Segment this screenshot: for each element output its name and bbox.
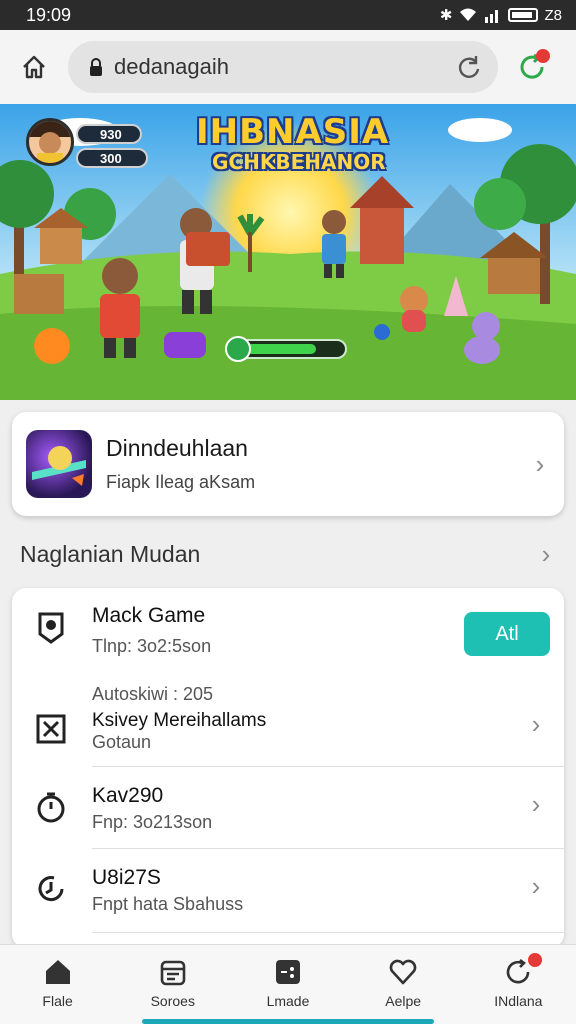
browser-bar: dedanagaih	[0, 30, 576, 104]
status-bar: 19:09 ✱ Z8	[0, 0, 576, 30]
bluetooth-icon: ✱	[439, 7, 453, 24]
featured-app-icon	[26, 430, 92, 498]
calendar-icon	[160, 960, 186, 986]
game-list: Mack Game Tlnp: 3o2:5son Atl Autoskiwi :…	[12, 588, 564, 948]
battery-icon	[508, 8, 539, 22]
featured-card[interactable]: Dinndeuhlaan Fiapk Ileag aKsam ›	[12, 412, 564, 516]
nav-item-games[interactable]: Lmade	[238, 957, 338, 1009]
wifi-icon	[460, 8, 477, 21]
home-icon	[45, 960, 70, 984]
chevron-right-icon: ›	[531, 788, 541, 819]
chevron-right-icon: ›	[531, 870, 541, 901]
featured-title: Dinndeuhlaan	[106, 435, 248, 461]
home-outline-icon	[23, 55, 45, 79]
nav-item-home[interactable]: Flale	[8, 957, 108, 1009]
nav-label: Flale	[42, 993, 73, 1009]
divider	[92, 848, 564, 849]
notification-badge	[536, 49, 550, 63]
list-item[interactable]: Mack Game Tlnp: 3o2:5son Atl Autoskiwi :…	[12, 600, 564, 710]
action-button[interactable]: Atl	[464, 612, 550, 656]
chevron-right-icon: ›	[541, 538, 551, 569]
list-item-subtitle: Fnpt hata Sbahuss	[92, 894, 244, 914]
game-banner[interactable]: 930 300 IHBNASIA GCHKBEHANOR	[0, 104, 576, 400]
camera-icon	[32, 608, 70, 646]
list-item-subtitle: Gotaun	[92, 732, 152, 752]
divider	[92, 766, 564, 767]
list-item-subtitle: Fnp: 3o213son	[92, 812, 213, 832]
status-icons: ✱ Z8	[439, 6, 562, 25]
list-item[interactable]: Ksivey Mereihallams Gotaun ›	[12, 706, 564, 768]
notification-badge	[528, 953, 543, 967]
nav-item-updates[interactable]: INdlana	[468, 953, 568, 1009]
chevron-right-icon: ›	[531, 708, 541, 739]
home-indicator	[142, 1019, 434, 1024]
list-item[interactable]: U8i27S Fnpt hata Sbahuss ›	[12, 866, 564, 928]
signal-icon	[485, 10, 499, 23]
url-bar[interactable]: dedanagaih	[68, 41, 498, 93]
clock-icon	[32, 870, 70, 908]
timer-icon	[32, 788, 70, 826]
extension-button[interactable]	[512, 47, 552, 87]
list-item[interactable]: Kav290 Fnp: 3o213son ›	[12, 784, 564, 846]
nav-item-scores[interactable]: Soroes	[123, 957, 223, 1009]
nav-label: Soroes	[150, 993, 195, 1009]
section-title: Naglanian Mudan	[20, 540, 201, 567]
lock-icon	[90, 58, 102, 76]
divider	[92, 932, 564, 933]
list-item-title: Ksivey Mereihallams	[92, 710, 267, 731]
section-header[interactable]: Naglanian Mudan ›	[20, 534, 556, 574]
list-item-subtitle: Tlnp: 3o2:5son	[92, 636, 212, 656]
puzzle-icon	[32, 710, 70, 748]
reload-icon[interactable]	[456, 54, 482, 80]
list-item-title: Kav290	[92, 784, 164, 807]
nav-label: INdlana	[494, 993, 543, 1009]
status-time: 19:09	[26, 4, 72, 25]
list-item-title: Mack Game	[92, 604, 206, 627]
chevron-right-icon: ›	[535, 448, 545, 479]
banner-title: IHBNASIA	[196, 112, 390, 152]
gamepad-icon	[275, 960, 300, 984]
list-item-title: U8i27S	[92, 866, 161, 889]
coin-counter: 930	[76, 124, 142, 144]
heart-icon	[389, 959, 417, 985]
home-button[interactable]	[14, 47, 54, 87]
gem-counter: 300	[76, 148, 148, 168]
bottom-nav: Flale Soroes Lmade Aelpe INdlana	[0, 944, 576, 1024]
nav-item-favorites[interactable]: Aelpe	[353, 957, 453, 1009]
featured-subtitle: Fiapk Ileag aKsam	[106, 472, 256, 492]
player-avatar[interactable]	[26, 118, 74, 166]
battery-text: Z8	[544, 6, 562, 24]
nav-label: Aelpe	[385, 993, 422, 1009]
list-item-meta: Autoskiwi : 205	[92, 684, 214, 704]
url-text: dedanagaih	[114, 54, 230, 79]
banner-subtitle: GCHKBEHANOR	[212, 150, 386, 174]
nav-label: Lmade	[266, 993, 310, 1009]
